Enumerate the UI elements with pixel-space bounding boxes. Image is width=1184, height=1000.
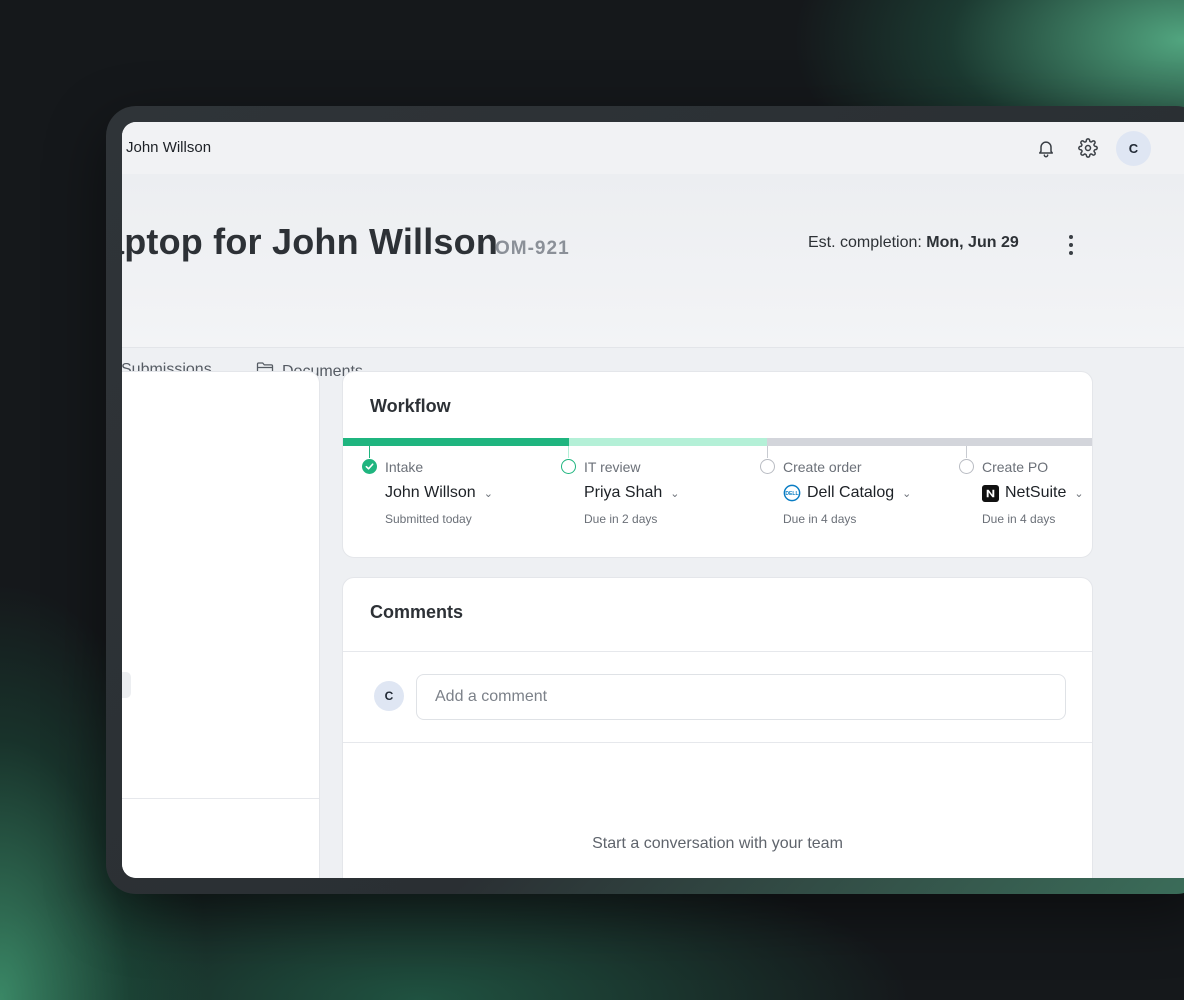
user-avatar[interactable]: C (1116, 131, 1151, 166)
stage-owner: John Willson (385, 484, 476, 501)
stage-label: Create order (783, 459, 862, 475)
chevron-down-icon: ⌄ (483, 487, 493, 500)
est-completion-label: Est. completion: (808, 234, 922, 251)
stage-owner: Dell Catalog (807, 484, 895, 501)
gear-icon[interactable] (1076, 136, 1100, 160)
circle-icon (561, 459, 576, 474)
page-header: aptop for John Willson OM-921 Est. compl… (122, 174, 1184, 380)
progress-segment-pending (767, 438, 1092, 446)
panel-divider (122, 798, 319, 799)
circle-icon (959, 459, 974, 474)
stage-due: Due in 4 days (783, 512, 857, 526)
stage-label: IT review (584, 459, 641, 475)
comments-empty-state: Start a conversation with your team (592, 835, 843, 852)
stage-owner-dropdown[interactable]: Priya Shah ⌄ (584, 484, 679, 502)
workflow-title: Workflow (370, 396, 451, 416)
page-title: aptop for John Willson (122, 221, 499, 262)
est-completion-date: Mon, Jun 29 (926, 234, 1019, 251)
top-bar: John Willson C (122, 122, 1184, 174)
stage-label: Create PO (982, 459, 1049, 475)
chevron-down-icon: ⌄ (670, 487, 680, 500)
progress-segment-complete (343, 438, 569, 446)
check-circle-icon (362, 459, 377, 474)
workflow-card: Workflow Intake John Willson ⌄ Submitted… (342, 371, 1093, 558)
comments-divider (343, 651, 1092, 652)
netsuite-logo-icon (982, 484, 999, 502)
stage-due: Submitted today (385, 512, 472, 526)
stage-label: Intake (385, 459, 424, 475)
comments-card: Comments C Start a conversation with you… (342, 577, 1093, 878)
stage-due: Due in 2 days (584, 512, 658, 526)
ticket-id: OM-921 (495, 238, 570, 259)
stage-owner-dropdown[interactable]: NetSuite ⌄ (982, 484, 1084, 502)
panel-chip[interactable] (122, 672, 131, 698)
comment-input[interactable] (416, 674, 1066, 720)
comment-avatar: C (374, 681, 404, 711)
comments-title: Comments (370, 602, 464, 622)
dell-logo-icon: DELL (783, 484, 801, 502)
est-completion: Est. completion: Mon, Jun 29 (808, 234, 1019, 252)
chevron-down-icon: ⌄ (1074, 487, 1084, 500)
bell-icon[interactable] (1034, 136, 1058, 160)
breadcrumb[interactable]: John Willson (126, 139, 211, 156)
progress-segment-active (569, 438, 767, 446)
more-options-icon[interactable] (1060, 232, 1082, 258)
app-screen: John Willson C aptop for John Willson OM… (122, 122, 1184, 878)
stage-due: Due in 4 days (982, 512, 1056, 526)
stage-owner: NetSuite (1005, 484, 1067, 501)
comments-divider (343, 742, 1092, 743)
circle-icon (760, 459, 775, 474)
stage-owner-dropdown[interactable]: DELL Dell Catalog ⌄ (783, 484, 911, 502)
svg-text:DELL: DELL (785, 491, 798, 497)
stage-owner-dropdown[interactable]: John Willson ⌄ (385, 484, 493, 502)
details-panel (122, 371, 320, 878)
workflow-progress-bar (343, 438, 1092, 446)
stage-owner: Priya Shah (584, 484, 663, 501)
chevron-down-icon: ⌄ (902, 487, 912, 500)
